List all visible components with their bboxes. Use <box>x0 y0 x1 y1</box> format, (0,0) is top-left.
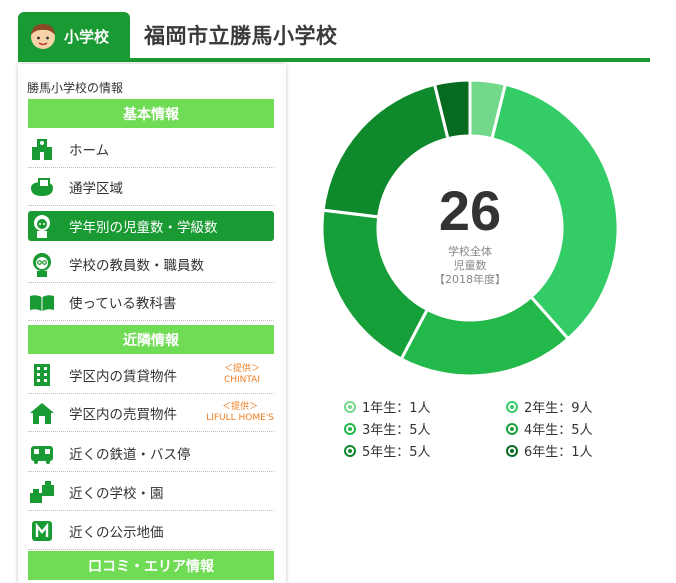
school-building-icon <box>32 138 52 160</box>
sidebar-item-label: 近くの鉄道・バス停 <box>69 446 191 463</box>
teacher-icon <box>33 252 51 277</box>
page-header: 小学校 福岡市立勝馬小学校 <box>18 12 650 62</box>
donut-slice-grade-4[interactable] <box>320 208 430 362</box>
provider-credit: ＜提供＞ LIFULL HOME'S <box>206 401 274 423</box>
donut-slice-grade-2[interactable] <box>490 82 620 341</box>
sidebar-item-land-prices[interactable]: 近くの公示地価 <box>28 512 274 550</box>
sidebar-item-label: 学区内の売買物件 <box>69 406 177 423</box>
book-icon <box>30 294 54 311</box>
sidebar-item-home[interactable]: ホーム <box>28 130 274 168</box>
school-type-badge: 小学校 <box>18 12 130 60</box>
total-label-line1: 学校全体 <box>448 244 492 258</box>
sidebar-caption: 勝馬小学校の情報 <box>27 81 124 95</box>
header-divider <box>18 58 650 62</box>
legend-marker-icon <box>506 422 518 435</box>
section-nearby-info: 近隣情報 <box>28 325 274 354</box>
legend-label: 3年生：5人 <box>362 423 431 438</box>
legend-label: 4年生：5人 <box>524 423 593 438</box>
house-icon <box>30 402 54 424</box>
child-face-icon <box>31 24 55 49</box>
total-label-line3: 【2018年度】 <box>434 272 506 286</box>
section-reviews-area: 口コミ・エリア情報 <box>28 551 274 580</box>
land-price-icon <box>32 520 52 541</box>
sidebar-item-label: 通学区域 <box>69 180 123 197</box>
total-label-line2: 児童数 <box>454 258 487 272</box>
train-icon <box>31 445 53 464</box>
sidebar-item-students-by-grade[interactable]: 学年別の児童数・学級数 <box>28 211 274 241</box>
provider-credit: ＜提供＞ CHINTAI <box>223 363 260 385</box>
sidebar-item-rental-properties[interactable]: 学区内の賃貸物件 ＜提供＞ CHINTAI <box>28 356 274 394</box>
donut-slice-grade-5[interactable] <box>321 82 450 219</box>
sidebar-item-textbooks[interactable]: 使っている教科書 <box>28 283 274 321</box>
student-icon <box>34 215 50 238</box>
legend-label: 6年生：1人 <box>524 445 593 460</box>
sidebar-item-teachers[interactable]: 学校の教員数・職員数 <box>28 245 274 283</box>
sidebar-item-stations[interactable]: 近くの鉄道・バス停 <box>28 434 274 472</box>
legend-item-grade-4: 4年生：5人 <box>506 419 593 438</box>
badge-label: 小学校 <box>64 27 110 46</box>
sidebar-item-sale-properties[interactable]: 学区内の売買物件 ＜提供＞ LIFULL HOME'S <box>28 394 274 432</box>
legend-label: 5年生：5人 <box>362 445 431 460</box>
sidebar: 勝馬小学校の情報 基本情報 ホーム 通学区域 学年別の児童数・学級数 学校の教員… <box>18 64 286 583</box>
legend-label: 2年生：9人 <box>524 401 593 416</box>
sidebar-item-label: 近くの学校・園 <box>69 485 164 502</box>
schools-icon <box>30 480 54 503</box>
legend-marker-icon <box>344 400 356 413</box>
legend-label: 1年生：1人 <box>362 401 431 416</box>
sidebar-item-label: 近くの公示地価 <box>69 524 164 541</box>
sidebar-item-nearby-schools[interactable]: 近くの学校・園 <box>28 473 274 511</box>
legend-item-grade-3: 3年生：5人 <box>344 419 431 438</box>
sidebar-item-label: 使っている教科書 <box>69 295 177 312</box>
sidebar-item-label: ホーム <box>69 142 110 159</box>
students-by-grade-chart: 26 学校全体 児童数 【2018年度】 <box>320 78 620 378</box>
area-map-icon <box>31 177 53 196</box>
sidebar-item-label: 学校の教員数・職員数 <box>69 257 204 274</box>
apartment-icon <box>34 363 50 386</box>
section-basic-info: 基本情報 <box>28 99 274 128</box>
legend-item-grade-5: 5年生：5人 <box>344 441 431 460</box>
legend-marker-icon <box>506 444 518 457</box>
legend-marker-icon <box>344 444 356 457</box>
legend-item-grade-1: 1年生：1人 <box>344 397 431 416</box>
legend-item-grade-6: 6年生：1人 <box>506 441 593 460</box>
legend-item-grade-2: 2年生：9人 <box>506 397 593 416</box>
sidebar-item-label: 学区内の賃貸物件 <box>69 368 177 385</box>
sidebar-item-label: 学年別の児童数・学級数 <box>69 220 218 236</box>
legend-marker-icon <box>344 422 356 435</box>
page-title: 福岡市立勝馬小学校 <box>144 24 338 48</box>
legend-marker-icon <box>506 400 518 413</box>
sidebar-item-school-district[interactable]: 通学区域 <box>28 168 274 206</box>
total-students-value: 26 <box>439 179 501 242</box>
